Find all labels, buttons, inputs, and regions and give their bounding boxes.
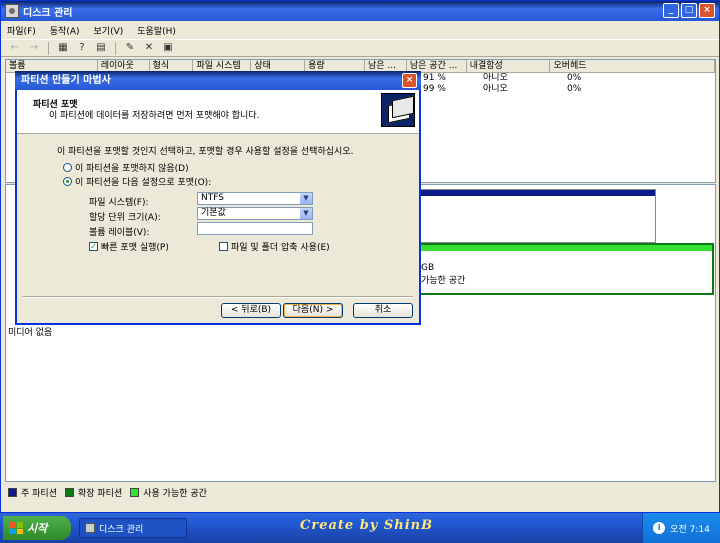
close-button[interactable]: × [699, 3, 715, 18]
legend-primary-label: 주 파티션 [21, 488, 57, 499]
allocation-unit-select[interactable]: 기본값 ▼ [197, 207, 313, 220]
taskbar-item-disk-management[interactable]: 디스크 관리 [79, 518, 187, 538]
dialog-title[interactable]: 파티션 만들기 마법사 [15, 71, 421, 90]
toolbar-separator [48, 41, 49, 55]
menu-file[interactable]: 파일(F) [7, 24, 36, 37]
free-space-partition[interactable]: GB 가능한 공간 [416, 243, 714, 295]
edit-icon[interactable]: ✎ [122, 41, 138, 55]
taskbar-item-label: 디스크 관리 [99, 524, 144, 535]
window-titlebar[interactable]: 디스크 관리 _ □ × [1, 1, 719, 21]
dialog-header: 파티션 포맷 이 파티션에 데이터를 저장하려면 먼저 포맷해야 합니다. [17, 90, 419, 134]
legend: 주 파티션 확장 파티션 사용 가능한 공간 [5, 484, 716, 500]
free-space-label: 가능한 공간 [421, 276, 466, 286]
menu-help[interactable]: 도움말(H) [137, 24, 176, 37]
format-disk-icon [381, 93, 415, 127]
disk-management-icon [5, 4, 19, 18]
radio-format-label: 이 파티션을 다음 설정으로 포맷(O): [75, 178, 212, 188]
volume-label-input[interactable] [197, 222, 313, 235]
filesystem-value: NTFS [201, 193, 224, 203]
list-view-icon[interactable]: ▤ [93, 41, 109, 55]
quick-format-row[interactable]: ✓ 빠른 포맷 실행(P) [89, 240, 169, 253]
start-button[interactable]: 시작 [3, 516, 71, 540]
allocation-unit-value: 기본값 [201, 208, 226, 218]
minimize-button[interactable]: _ [663, 3, 679, 18]
compression-checkbox[interactable] [219, 242, 228, 251]
menu-action[interactable]: 동작(A) [50, 24, 80, 37]
cell-free-percent: 91 % [423, 73, 446, 83]
cell-overhead: 0% [567, 84, 582, 94]
free-space-size: GB [421, 263, 435, 273]
allocation-unit-label: 할당 단위 크기(A): [89, 213, 161, 223]
filesystem-select[interactable]: NTFS ▼ [197, 192, 313, 205]
disk-management-icon [85, 523, 95, 533]
radio-no-format-row[interactable]: 이 파티션을 포맷하지 않음(D) [63, 161, 189, 174]
primary-partition[interactable] [416, 189, 656, 243]
maximize-button[interactable]: □ [681, 3, 697, 18]
dialog-separator [23, 296, 413, 298]
radio-no-format[interactable] [63, 163, 72, 172]
primary-partition-stripe [417, 190, 655, 196]
forward-arrow-icon[interactable]: → [26, 41, 42, 55]
delete-icon[interactable]: ✕ [141, 41, 157, 55]
radio-format[interactable] [63, 177, 72, 186]
radio-format-row[interactable]: 이 파티션을 다음 설정으로 포맷(O): [63, 175, 211, 188]
col-overhead[interactable]: 오버헤드 [550, 60, 715, 72]
compression-label: 파일 및 폴더 압축 사용(E) [231, 243, 330, 253]
window-title: 디스크 관리 [23, 7, 73, 19]
cdrom-status-label: 미디어 없음 [8, 328, 53, 338]
legend-free-label: 사용 가능한 공간 [143, 488, 207, 499]
cell-free-percent: 99 % [423, 84, 446, 94]
quick-format-label: 빠른 포맷 실행(P) [101, 243, 169, 253]
cell-overhead: 0% [567, 73, 582, 83]
dialog-body: 이 파티션을 포맷할 것인지 선택하고, 포맷할 경우 사용할 설정을 선택하십… [17, 135, 419, 295]
quick-format-checkbox[interactable]: ✓ [89, 242, 98, 251]
chevron-down-icon[interactable]: ▼ [300, 208, 312, 219]
toolbar: ← → ▦ ? ▤ ✎ ✕ ▣ [1, 39, 719, 57]
toolbar-separator [115, 41, 116, 55]
back-arrow-icon[interactable]: ← [7, 41, 23, 55]
menu-bar: 파일(F) 동작(A) 보기(V) 도움말(H) [1, 21, 719, 39]
properties-icon[interactable]: ▣ [160, 41, 176, 55]
tray-info-icon[interactable]: i [653, 522, 666, 534]
radio-no-format-label: 이 파티션을 포맷하지 않음(D) [75, 164, 189, 174]
tray-clock[interactable]: 오전 7:14 [670, 522, 710, 535]
legend-extended-label: 확장 파티션 [77, 488, 123, 499]
watermark: Create by ShinB [300, 518, 434, 533]
menu-view[interactable]: 보기(V) [94, 24, 124, 37]
compression-row[interactable]: 파일 및 폴더 압축 사용(E) [219, 240, 330, 253]
help-icon[interactable]: ? [74, 41, 90, 55]
cell-fault-tolerance: 아니오 [483, 84, 508, 94]
legend-extended-swatch [64, 487, 74, 497]
col-fault-tolerance[interactable]: 내결함성 [467, 60, 551, 72]
dialog-header-subtitle: 이 파티션에 데이터를 저장하려면 먼저 포맷해야 합니다. [49, 111, 260, 121]
dialog-close-button[interactable]: × [402, 73, 417, 88]
cancel-button[interactable]: 취소 [353, 303, 413, 318]
volume-label-label: 볼륨 레이블(V): [89, 228, 150, 238]
next-button[interactable]: 다음(N) > [283, 303, 343, 318]
cell-fault-tolerance: 아니오 [483, 73, 508, 83]
windows-flag-icon [9, 522, 23, 534]
dialog-instruction: 이 파티션을 포맷할 것인지 선택하고, 포맷할 경우 사용할 설정을 선택하십… [57, 147, 354, 157]
partition-wizard-dialog: 파티션 만들기 마법사 × 파티션 포맷 이 파티션에 데이터를 저장하려면 먼… [15, 71, 421, 325]
console-view-icon[interactable]: ▦ [55, 41, 71, 55]
chevron-down-icon[interactable]: ▼ [300, 193, 312, 204]
system-tray: i 오전 7:14 [642, 513, 720, 543]
start-label: 시작 [27, 522, 48, 535]
legend-free-swatch [130, 487, 140, 497]
back-button[interactable]: < 뒤로(B) [221, 303, 281, 318]
legend-primary-swatch [8, 487, 17, 497]
filesystem-label: 파일 시스템(F): [89, 198, 149, 208]
